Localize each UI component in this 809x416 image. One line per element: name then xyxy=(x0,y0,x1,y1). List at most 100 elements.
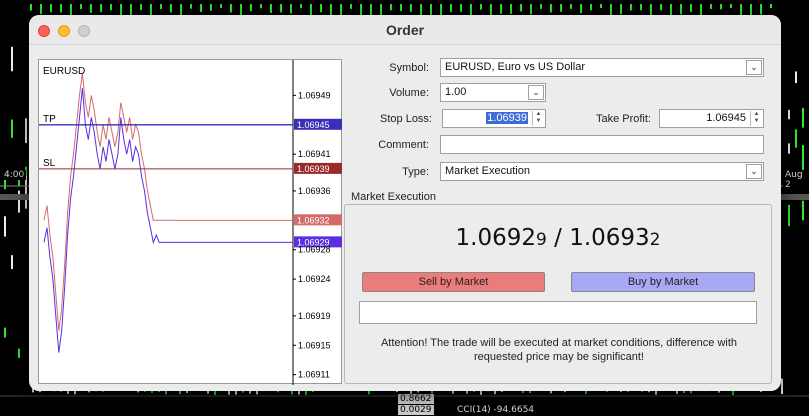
bg-candle xyxy=(150,4,152,16)
bg-candle xyxy=(50,4,52,13)
bg-candle xyxy=(11,255,13,270)
axis-price-label: 1.06939 xyxy=(297,164,330,174)
bg-candle xyxy=(630,4,632,11)
bg-candle xyxy=(220,4,222,9)
axis-price-label: 1.06932 xyxy=(297,215,330,225)
bg-candle xyxy=(720,4,722,10)
volume-label: Volume: xyxy=(389,87,429,99)
symbol-value: EURUSD, Euro vs US Dollar xyxy=(445,61,585,73)
takeprofit-input[interactable]: 1.06945 ▲ ▼ xyxy=(659,109,764,128)
buy-by-market-button[interactable]: Buy by Market xyxy=(571,272,755,292)
type-dropdown[interactable]: Market Execution ⌄ xyxy=(440,162,764,181)
bg-candle xyxy=(410,4,412,12)
attention-line-1: Attention! The trade will be executed at… xyxy=(380,337,738,349)
bg-candle xyxy=(130,4,132,15)
bg-candle xyxy=(200,4,202,12)
bg-candle xyxy=(802,145,804,170)
bg-candle xyxy=(781,378,783,395)
bg-candle xyxy=(18,348,20,358)
bg-candle xyxy=(4,216,6,237)
bg-candle xyxy=(802,200,804,221)
bg-candle xyxy=(180,4,182,16)
bg-candle xyxy=(640,4,642,11)
title-bar[interactable]: Order xyxy=(29,15,781,45)
bg-candle xyxy=(260,4,262,9)
bg-candle xyxy=(450,4,452,13)
axis-price-label: 1.06941 xyxy=(298,149,331,159)
bg-candle xyxy=(30,4,32,11)
axis-price-label: 1.06949 xyxy=(298,90,331,100)
bg-candle xyxy=(140,4,142,11)
bg-candle xyxy=(300,4,302,9)
symbol-dropdown[interactable]: EURUSD, Euro vs US Dollar ⌄ xyxy=(440,58,764,77)
tp-label: TP xyxy=(43,114,56,125)
bg-candle xyxy=(520,4,522,12)
axis-price-label: 1.06945 xyxy=(297,120,330,130)
type-value: Market Execution xyxy=(445,165,530,177)
bg-time-left: 4:00 xyxy=(2,170,27,180)
bg-candle xyxy=(795,71,797,84)
bg-candle xyxy=(530,4,532,15)
bg-candle xyxy=(350,4,352,9)
axis-price-label: 1.06915 xyxy=(298,340,331,350)
bg-candle xyxy=(25,175,27,209)
chevron-down-icon[interactable]: ⌄ xyxy=(528,85,544,100)
bg-candle xyxy=(400,4,402,12)
bg-candle xyxy=(730,4,732,9)
sl-label: SL xyxy=(43,158,56,169)
price-separator: / xyxy=(546,225,570,251)
type-label: Type: xyxy=(402,166,429,178)
bg-candle xyxy=(802,107,804,128)
bg-candle xyxy=(760,4,762,15)
bg-candle xyxy=(795,129,797,148)
comment-label: Comment: xyxy=(378,139,429,151)
bg-candle xyxy=(570,4,572,9)
bg-candle xyxy=(480,4,482,10)
tick-chart-svg: EURUSD TP SL 1.06949 1.06945 1.06941 1.06939 1.… xyxy=(39,60,342,385)
bid-price-small: 9 xyxy=(535,230,547,250)
bg-indicator: CCI(14) -94.6654 xyxy=(455,405,537,415)
bg-candle xyxy=(170,4,172,13)
bg-candle xyxy=(160,4,162,10)
chevron-down-icon[interactable]: ⌄ xyxy=(746,164,762,179)
comment-input[interactable] xyxy=(440,135,764,154)
stoploss-input[interactable]: 1.06939 ▲ ▼ xyxy=(442,109,546,128)
stepper-icon[interactable]: ▲ ▼ xyxy=(532,111,544,126)
bg-candle xyxy=(580,4,582,14)
bg-candle xyxy=(560,4,562,12)
bg-candle xyxy=(770,4,772,9)
bg-candle xyxy=(80,4,82,10)
attention-line-2: requested price may be significant! xyxy=(474,351,644,363)
ask-price-main: 1.0693 xyxy=(569,225,650,251)
bg-candle xyxy=(660,4,662,11)
bg-candle xyxy=(230,4,232,13)
bg-candle xyxy=(250,4,252,12)
volume-value: 1.00 xyxy=(445,86,467,98)
bg-candle xyxy=(340,4,342,16)
market-execution-title: Market Execution xyxy=(349,191,438,203)
volume-dropdown[interactable]: 1.00 ⌄ xyxy=(440,83,546,102)
bg-candle xyxy=(25,118,27,144)
bg-candle xyxy=(100,4,102,13)
bg-candle xyxy=(690,4,692,12)
bg-candle xyxy=(290,4,292,14)
order-dialog: Order EURUSD TP SL 1.06949 1.06945 1.06941 1.0… xyxy=(29,15,781,391)
bg-candle xyxy=(540,4,542,9)
bg-candle xyxy=(110,4,112,11)
price-display: 1.06929 / 1.06932 xyxy=(344,225,772,251)
window-title: Order xyxy=(385,22,425,38)
bg-candle xyxy=(460,4,462,12)
takeprofit-value: 1.06945 xyxy=(706,112,746,124)
bg-candle xyxy=(11,46,13,72)
axis-price-label: 1.06919 xyxy=(298,311,331,321)
bg-candle xyxy=(680,4,682,15)
bg-candle xyxy=(620,4,622,15)
bg-candle xyxy=(590,4,592,11)
axis-price-label: 1.06928 xyxy=(298,245,331,255)
bg-candle xyxy=(270,4,272,13)
bg-candle xyxy=(788,143,790,154)
sell-by-market-button[interactable]: Sell by Market xyxy=(362,272,545,292)
bg-candle xyxy=(320,4,322,13)
chevron-down-icon[interactable]: ⌄ xyxy=(746,60,762,75)
stepper-icon[interactable]: ▲ ▼ xyxy=(750,111,762,126)
